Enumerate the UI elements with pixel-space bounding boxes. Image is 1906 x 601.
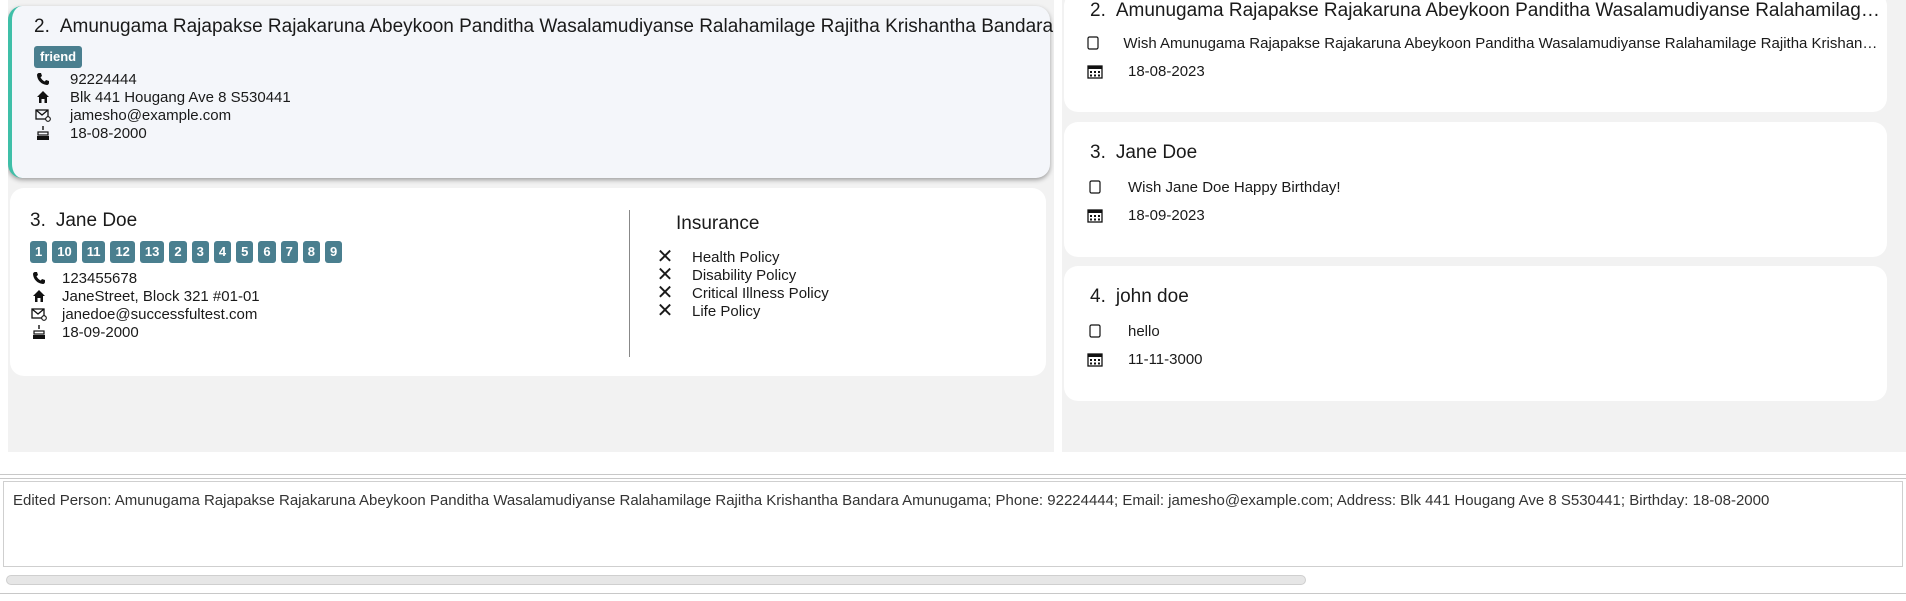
tag-item: 10 xyxy=(52,241,77,263)
home-icon xyxy=(30,287,48,305)
reminder-name: 2. Amunugama Rajapakse Rajakaruna Abeykoo… xyxy=(1090,0,1880,22)
tag-friend: friend xyxy=(34,46,83,68)
phone-icon xyxy=(34,70,52,88)
reminder-name: 4. john doe xyxy=(1090,286,1189,308)
divider-top xyxy=(0,474,1906,475)
insurance-label: Disability Policy xyxy=(692,266,797,284)
address-text: JaneStreet, Block 321 #01-01 xyxy=(62,287,260,305)
reminder-message: hello xyxy=(1128,322,1160,340)
tag-item: 13 xyxy=(139,241,165,263)
insurance-label: Health Policy xyxy=(692,248,780,266)
reminder-date: 18-09-2023 xyxy=(1128,206,1205,224)
result-text: Edited Person: Amunugama Rajapakse Rajak… xyxy=(13,492,1770,509)
insurance-title: Insurance xyxy=(676,213,760,234)
reminder-date: 18-08-2023 xyxy=(1128,62,1205,80)
email-text: jamesho@example.com xyxy=(70,106,232,124)
reminder-card[interactable]: 4. john doe hello 11-11-3000 xyxy=(1064,266,1887,401)
divider-footer xyxy=(0,593,1906,594)
address-row: JaneStreet, Block 321 #01-01 xyxy=(30,287,260,305)
tag-item: 11 xyxy=(81,241,106,263)
insurance-item: ✕ Critical Illness Policy xyxy=(656,283,829,303)
person-name-text: Jane Doe xyxy=(55,210,138,231)
reminder-index: 3. xyxy=(1090,142,1106,163)
checkbox-icon xyxy=(1086,178,1104,196)
reminder-card[interactable]: 2. Amunugama Rajapakse Rajakaruna Abeykoo… xyxy=(1064,0,1887,112)
app-window: 2. Amunugama Rajapakse Rajakaruna Abeykoo… xyxy=(0,0,1906,601)
calendar-icon xyxy=(1086,62,1104,80)
reminder-name-text: Jane Doe xyxy=(1115,142,1198,163)
cake-icon xyxy=(34,124,52,142)
insurance-divider xyxy=(629,210,630,357)
tag-list: friend xyxy=(34,46,83,68)
calendar-icon xyxy=(1086,350,1104,368)
calendar-icon xyxy=(1086,206,1104,224)
tag-item: 4 xyxy=(213,241,232,263)
birthday-text: 18-08-2000 xyxy=(70,124,147,142)
reminder-date-row: 18-09-2023 xyxy=(1086,206,1205,224)
email-row: janedoe@successfultest.com xyxy=(30,305,257,323)
tag-item: 6 xyxy=(258,241,276,263)
checkbox-icon xyxy=(1086,322,1104,340)
person-index: 2. xyxy=(34,16,50,37)
email-icon xyxy=(34,106,52,124)
reminder-message-row: Wish Amunugama Rajapakse Rajakaruna Abey… xyxy=(1086,34,1881,52)
home-icon xyxy=(34,88,52,106)
reminder-index: 2. xyxy=(1090,0,1106,21)
person-index: 3. xyxy=(30,210,46,231)
person-list-panel[interactable]: 2. Amunugama Rajapakse Rajakaruna Abeykoo… xyxy=(8,0,1054,452)
reminder-name-text: john doe xyxy=(1115,286,1189,307)
reminder-name-text: Amunugama Rajapakse Rajakaruna Abeykoon … xyxy=(1115,0,1880,21)
phone-row: 123455678 xyxy=(30,269,137,287)
result-display[interactable]: Edited Person: Amunugama Rajapakse Rajak… xyxy=(3,481,1903,567)
phone-text: 123455678 xyxy=(62,269,138,287)
email-icon xyxy=(30,305,48,323)
reminder-message-row: Wish Jane Doe Happy Birthday! xyxy=(1086,178,1341,196)
tag-item: 8 xyxy=(302,241,321,263)
cake-icon xyxy=(30,323,48,341)
person-name-text: Amunugama Rajapakse Rajakaruna Abeykoon … xyxy=(59,16,1054,37)
birthday-row: 18-09-2000 xyxy=(30,323,139,341)
reminder-date-row: 18-08-2023 xyxy=(1086,62,1205,80)
person-name: 2. Amunugama Rajapakse Rajakaruna Abeykoo… xyxy=(34,16,1054,38)
insurance-item: ✕ Disability Policy xyxy=(656,265,797,285)
tag-list: 1 10 11 12 13 2 3 4 5 6 7 8 9 xyxy=(30,241,343,263)
insurance-label: Life Policy xyxy=(692,302,761,320)
divider-bottom xyxy=(0,478,1906,479)
phone-row: 92224444 xyxy=(34,70,137,88)
email-row: jamesho@example.com xyxy=(34,106,231,124)
insurance-item: ✕ Health Policy xyxy=(656,247,780,267)
reminder-index: 4. xyxy=(1090,286,1106,307)
tag-item: 12 xyxy=(110,241,135,263)
reminder-message-row: hello xyxy=(1086,322,1160,340)
address-text: Blk 441 Hougang Ave 8 S530441 xyxy=(70,88,291,106)
reminder-list-panel[interactable]: 2. Amunugama Rajapakse Rajakaruna Abeykoo… xyxy=(1062,0,1906,452)
reminder-card[interactable]: 3. Jane Doe Wish Jane Doe Happy Birthday!… xyxy=(1064,122,1887,257)
tag-item: 2 xyxy=(169,241,187,263)
insurance-label: Critical Illness Policy xyxy=(692,284,829,302)
person-name: 3. Jane Doe xyxy=(30,210,137,232)
phone-icon xyxy=(30,269,48,287)
phone-text: 92224444 xyxy=(70,70,137,88)
person-card-selected[interactable]: 2. Amunugama Rajapakse Rajakaruna Abeykoo… xyxy=(8,6,1054,178)
reminder-message: Wish Amunugama Rajapakse Rajakaruna Abey… xyxy=(1123,34,1881,52)
birthday-text: 18-09-2000 xyxy=(62,323,139,341)
tag-item: 1 xyxy=(30,241,48,263)
horizontal-scrollbar-thumb[interactable] xyxy=(6,575,1306,585)
insurance-item: ✕ Life Policy xyxy=(656,300,761,322)
tag-item: 7 xyxy=(280,241,298,263)
cross-icon: ✕ xyxy=(656,300,674,322)
tag-item: 3 xyxy=(191,241,209,263)
email-text: janedoe@successfultest.com xyxy=(62,305,258,323)
reminder-date-row: 11-11-3000 xyxy=(1086,350,1203,368)
tag-item: 5 xyxy=(236,241,254,263)
address-row: Blk 441 Hougang Ave 8 S530441 xyxy=(34,88,291,106)
checkbox-icon xyxy=(1086,34,1099,52)
tag-item: 9 xyxy=(325,241,343,263)
person-card[interactable]: 3. Jane Doe 1 10 11 12 13 2 3 4 5 6 7 8 9 xyxy=(10,188,1046,376)
birthday-row: 18-08-2000 xyxy=(34,124,147,142)
reminder-message: Wish Jane Doe Happy Birthday! xyxy=(1128,178,1341,196)
reminder-name: 3. Jane Doe xyxy=(1090,142,1197,164)
reminder-date: 11-11-3000 xyxy=(1128,350,1203,368)
